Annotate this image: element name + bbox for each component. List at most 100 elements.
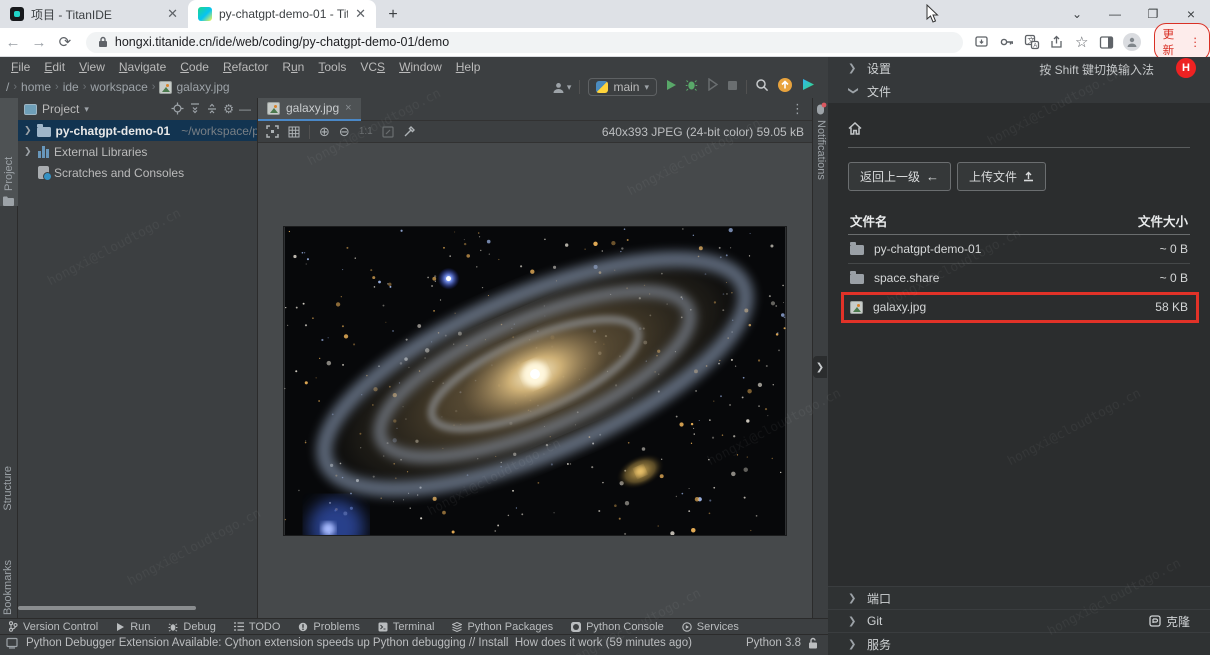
browser-menu-icon[interactable]: ⋮	[1190, 35, 1202, 49]
translate-icon[interactable]: 文A	[1023, 33, 1041, 51]
status-message[interactable]: Python Debugger Extension Available: Cyt…	[26, 637, 692, 649]
side-panel-icon[interactable]	[1098, 33, 1116, 51]
section-服务[interactable]: ❯服务	[828, 632, 1210, 655]
stripe-tab-project[interactable]: Project	[0, 98, 18, 206]
address-bar[interactable]: hongxi.titanide.cn/ide/web/coding/py-cha…	[86, 32, 963, 53]
collapse-all-icon[interactable]	[206, 102, 218, 116]
notifications-bell-icon[interactable]	[814, 102, 827, 120]
home-icon[interactable]	[848, 122, 862, 135]
tool-window-debug[interactable]: Debug	[168, 621, 215, 633]
hide-panel-icon[interactable]: —	[239, 103, 251, 115]
write-access-unlock-icon[interactable]	[808, 637, 818, 649]
tool-window-todo[interactable]: TODO	[234, 621, 281, 633]
breadcrumb-item[interactable]: galaxy.jpg	[176, 80, 229, 94]
browser-profile-avatar[interactable]	[1123, 33, 1141, 51]
tree-node-external-libraries[interactable]: ❯External Libraries	[18, 141, 257, 162]
tab-close-icon[interactable]: ✕	[167, 6, 178, 22]
ide-update-icon[interactable]	[777, 77, 793, 98]
search-everywhere-icon[interactable]	[755, 78, 769, 97]
menu-item-tools[interactable]: Tools	[311, 60, 353, 74]
horizontal-scrollbar[interactable]	[18, 606, 196, 610]
chevron-down-icon[interactable]: ▾	[84, 104, 89, 115]
arrow-left-icon: ←	[926, 169, 939, 184]
menu-item-file[interactable]: File	[4, 60, 37, 74]
run-button[interactable]	[665, 78, 677, 96]
tool-window-python-packages[interactable]: Python Packages	[452, 621, 553, 633]
grid-toggle-icon[interactable]	[288, 126, 300, 138]
back-parent-button[interactable]: 返回上一级 ←	[848, 162, 951, 191]
tab-close-icon[interactable]: ×	[345, 102, 351, 114]
tree-node-scratches-and-consoles[interactable]: Scratches and Consoles	[18, 162, 257, 183]
settings-gear-icon[interactable]: ⚙	[223, 103, 234, 115]
menu-item-vcs[interactable]: VCS	[353, 60, 392, 74]
file-size: ~ 0 B	[1160, 242, 1188, 256]
share-icon[interactable]	[1048, 33, 1066, 51]
debug-button[interactable]	[685, 78, 698, 96]
menu-item-navigate[interactable]: Navigate	[112, 60, 173, 74]
tree-node-py-chatgpt-demo-01[interactable]: ❯py-chatgpt-demo-01~/workspace/py-cl	[18, 120, 257, 141]
file-row-galaxy.jpg[interactable]: galaxy.jpg58 KB	[848, 293, 1190, 322]
run-config-select[interactable]: main ▾	[588, 78, 657, 96]
python-logo-icon	[596, 81, 608, 93]
menu-item-view[interactable]: View	[72, 60, 112, 74]
breadcrumb-item[interactable]: home	[21, 80, 51, 94]
tool-window-problems[interactable]: Problems	[298, 621, 359, 633]
new-tab-button[interactable]: +	[380, 2, 406, 28]
install-app-icon[interactable]	[973, 33, 991, 51]
file-row-py-chatgpt-demo-01[interactable]: py-chatgpt-demo-01~ 0 B	[848, 235, 1190, 264]
reload-icon[interactable]: ⟳	[52, 33, 78, 51]
galaxy-image	[283, 226, 787, 536]
chrome-update-button[interactable]: 更新 ⋮	[1154, 23, 1210, 61]
forward-icon[interactable]: →	[26, 34, 52, 51]
upload-file-button[interactable]: 上传文件	[957, 162, 1046, 191]
editor-tab-galaxy[interactable]: galaxy.jpg ×	[258, 98, 361, 121]
tool-window-services[interactable]: Services	[682, 621, 739, 633]
python-interpreter-label[interactable]: Python 3.8	[746, 637, 801, 649]
profile-icon[interactable]: ▾	[552, 81, 572, 94]
browser-tab-1[interactable]: 项目 - TitanIDE ✕	[0, 0, 188, 28]
stripe-tab-bookmarks[interactable]: Bookmarks	[2, 560, 14, 615]
clone-button[interactable]: 克隆	[1149, 613, 1190, 630]
menu-item-window[interactable]: Window	[392, 60, 449, 74]
breadcrumb-item[interactable]: workspace	[90, 80, 147, 94]
password-key-icon[interactable]	[998, 33, 1016, 51]
menu-item-help[interactable]: Help	[449, 60, 488, 74]
file-row-space.share[interactable]: space.share~ 0 B	[848, 264, 1190, 293]
stripe-tab-structure[interactable]: Structure	[2, 466, 14, 511]
bookmark-star-icon[interactable]: ☆	[1073, 33, 1091, 51]
browser-tab-2[interactable]: py-chatgpt-demo-01 - TitanID ✕	[188, 0, 376, 28]
column-header-name: 文件名	[850, 211, 888, 230]
menu-item-refactor[interactable]: Refactor	[216, 60, 275, 74]
breadcrumb-item[interactable]: /	[6, 80, 9, 94]
chevron-right-icon[interactable]: ❯	[24, 146, 33, 157]
menu-item-edit[interactable]: Edit	[37, 60, 72, 74]
zoom-out-icon[interactable]: ⊖	[339, 125, 350, 138]
color-picker-icon[interactable]	[403, 125, 416, 138]
project-panel-title[interactable]: Project	[42, 102, 79, 116]
section-Git[interactable]: ❯Git克隆	[828, 609, 1210, 632]
tool-window-run[interactable]: Run	[116, 621, 150, 633]
ide-logo-icon[interactable]	[801, 77, 816, 97]
breadcrumb-item[interactable]: ide	[63, 80, 79, 94]
expand-all-icon[interactable]	[189, 102, 201, 116]
fit-zoom-icon[interactable]	[266, 125, 279, 138]
editor-options-icon[interactable]: ⋮	[783, 101, 812, 117]
tool-window-version-control[interactable]: Version Control	[8, 621, 98, 633]
tool-window-python-console[interactable]: Python Console	[571, 621, 664, 633]
panel-expand-chevron[interactable]: ❯	[813, 356, 827, 378]
event-log-icon[interactable]	[6, 637, 18, 649]
back-icon[interactable]: ←	[0, 34, 26, 51]
menu-item-code[interactable]: Code	[173, 60, 216, 74]
locate-file-icon[interactable]	[171, 102, 184, 117]
menu-item-run[interactable]: Run	[275, 60, 311, 74]
tab-close-icon[interactable]: ✕	[355, 6, 366, 22]
zoom-in-icon[interactable]: ⊕	[319, 125, 330, 138]
section-files[interactable]: ❯ 文件	[828, 80, 1210, 103]
stripe-tab-notifications[interactable]: Notifications	[815, 120, 827, 180]
tool-window-terminal[interactable]: Terminal	[378, 621, 435, 633]
section-端口[interactable]: ❯端口	[828, 586, 1210, 609]
ime-hint-text: 按 Shift 键切换输入法	[1039, 61, 1154, 78]
stripe-label: Bookmarks	[2, 560, 14, 615]
user-avatar[interactable]: H	[1176, 58, 1196, 78]
chevron-right-icon[interactable]: ❯	[24, 125, 32, 136]
